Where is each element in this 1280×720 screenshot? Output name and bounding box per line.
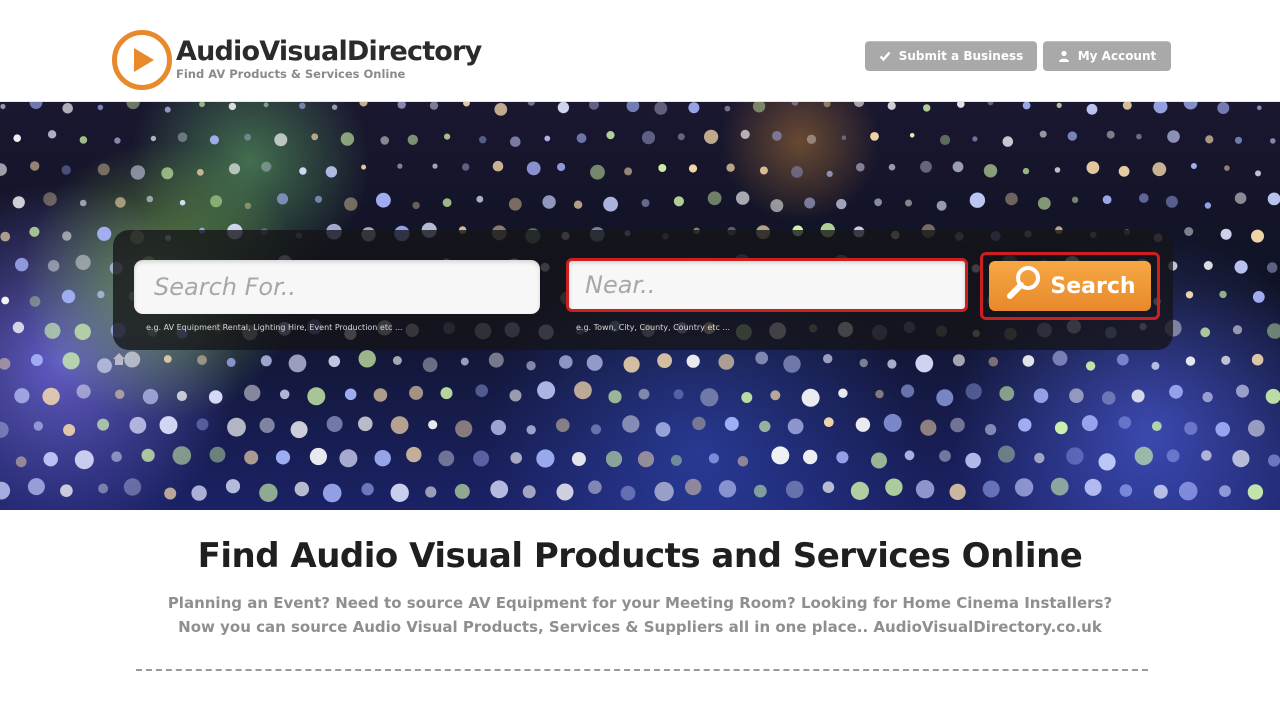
home-icon[interactable] (112, 352, 126, 366)
intro-line-1: Planning an Event? Need to source AV Equ… (167, 594, 1113, 612)
page-title: Find Audio Visual Products and Services … (197, 536, 1083, 576)
my-account-button[interactable]: My Account (1043, 41, 1171, 71)
my-account-label: My Account (1077, 49, 1157, 63)
site-logo[interactable]: AudioVisualDirectory Find AV Products & … (112, 30, 492, 90)
near-hint: e.g. Town, City, County, Country etc ... (576, 323, 731, 332)
near-input[interactable]: Near.. (566, 258, 968, 312)
search-button-face: Search (989, 261, 1151, 311)
search-for-hint: e.g. AV Equipment Rental, Lighting Hire,… (146, 323, 403, 332)
search-for-placeholder: Search For.. (154, 273, 297, 301)
near-placeholder: Near.. (585, 271, 656, 299)
search-for-input[interactable]: Search For.. (134, 260, 540, 314)
site-header: AudioVisualDirectory Find AV Products & … (0, 0, 1280, 102)
submit-business-label: Submit a Business (898, 49, 1024, 63)
hero-banner: Search For.. e.g. AV Equipment Rental, L… (0, 102, 1280, 510)
play-icon (112, 30, 172, 90)
magnifier-icon (1004, 263, 1044, 309)
search-panel: Search For.. e.g. AV Equipment Rental, L… (113, 230, 1173, 350)
search-button[interactable]: Search (980, 252, 1160, 320)
check-icon (879, 50, 891, 62)
logo-tagline: Find AV Products & Services Online (176, 67, 406, 81)
intro-line-2: Now you can source Audio Visual Products… (178, 618, 1102, 636)
dashed-divider (136, 669, 1148, 671)
submit-business-button[interactable]: Submit a Business (865, 41, 1037, 71)
logo-title: AudioVisualDirectory (176, 36, 482, 67)
user-icon (1058, 50, 1070, 62)
search-button-label: Search (1050, 273, 1136, 299)
